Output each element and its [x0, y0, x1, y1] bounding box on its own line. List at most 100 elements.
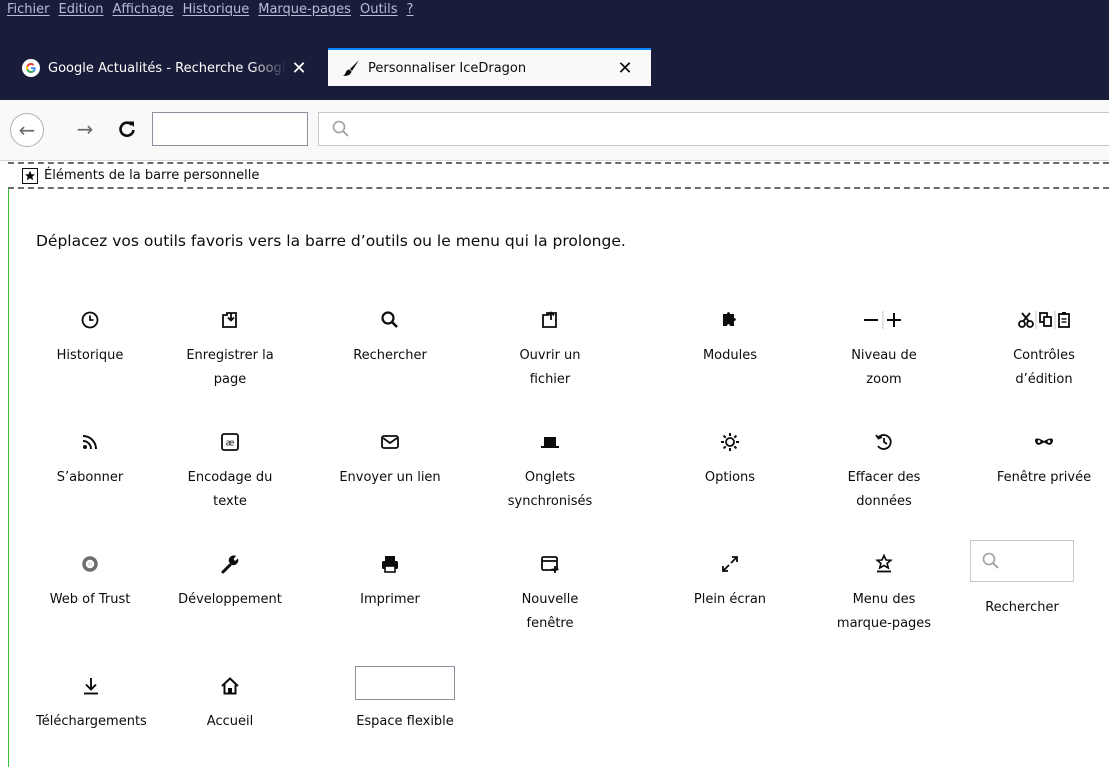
fullscreen-icon [710, 544, 750, 584]
palette-item-label-line2: synchronisés [507, 494, 593, 509]
palette-item-label-line2: fichier [529, 372, 571, 387]
palette-item-label: Développement [178, 592, 282, 607]
forget-history-icon [864, 422, 904, 462]
palette-item-label: Enregistrer la [186, 348, 274, 363]
personal-toolbar-label: Éléments de la barre personnelle [44, 168, 260, 183]
history-clock-icon [70, 300, 110, 340]
svg-text:æ: æ [226, 439, 235, 449]
palette-item-label-line2: fenêtre [526, 616, 574, 631]
bookmarks-menu-icon [864, 544, 904, 584]
palette-item-label: Rechercher [353, 348, 427, 363]
encoding-icon: æ [210, 422, 250, 462]
tab-personnaliser[interactable]: Personnaliser IceDragon ✕ [328, 48, 651, 86]
close-tab-icon[interactable]: ✕ [613, 56, 637, 80]
customize-hint: Déplacez vos outils favoris vers la barr… [36, 232, 626, 250]
feed-icon [70, 422, 110, 462]
synced-tabs-icon [530, 422, 570, 462]
palette-item-label: Menu des [852, 592, 916, 607]
palette-item-rechercher-widget[interactable]: Rechercher [968, 540, 1076, 620]
mail-icon [370, 422, 410, 462]
menu-help[interactable]: ? [407, 0, 414, 18]
reload-button[interactable] [112, 114, 142, 144]
palette-item-label-line2: zoom [866, 372, 902, 387]
palette-item-label: Imprimer [360, 592, 420, 607]
download-arrow-icon [71, 666, 111, 706]
search-bar[interactable] [318, 112, 1109, 146]
palette-item-label: Effacer des [847, 470, 921, 485]
palette-item-sabonner[interactable]: S’abonner [36, 422, 144, 490]
back-button[interactable]: ← [10, 113, 44, 147]
palette-item-plein-ecran[interactable]: Plein écran [676, 544, 784, 612]
flexible-space-box [355, 666, 455, 700]
menu-outils[interactable]: Outils [360, 0, 398, 18]
palette-item-accueil[interactable]: Accueil [176, 666, 284, 734]
palette-item-label-line2: texte [213, 494, 247, 509]
palette-item-label: Envoyer un lien [339, 470, 441, 485]
star-box-icon [22, 167, 38, 184]
forward-arrow-icon: → [76, 117, 94, 141]
palette-item-developpement[interactable]: Développement [176, 544, 284, 612]
google-icon [22, 59, 40, 77]
palette-item-label: Téléchargements [36, 714, 147, 729]
personal-toolbar[interactable]: Éléments de la barre personnelle [8, 162, 1109, 189]
printer-icon [370, 544, 410, 584]
palette-item-onglets-synchronises[interactable]: Onglets synchronisés [496, 422, 604, 514]
menu-affichage[interactable]: Affichage [112, 0, 173, 18]
palette-item-options[interactable]: Options [676, 422, 784, 490]
palette-item-label: Rechercher [985, 600, 1059, 615]
palette-item-label: Niveau de [851, 348, 917, 363]
palette-item-label: Ouvrir un [519, 348, 581, 363]
new-window-icon [530, 544, 570, 584]
palette-item-nouvelle-fenetre[interactable]: Nouvelle fenêtre [496, 544, 604, 636]
palette-item-encodage[interactable]: æ Encodage du texte [176, 422, 284, 514]
menu-historique[interactable]: Historique [183, 0, 250, 18]
tab-google-actualites[interactable]: Google Actualités - Recherche Google ✕ [8, 50, 325, 86]
palette-item-label: Nouvelle [521, 592, 579, 607]
palette-item-telechargements[interactable]: Téléchargements [36, 666, 147, 734]
palette-item-enregistrer-page[interactable]: Enregistrer la page [176, 300, 284, 392]
close-tab-icon[interactable]: ✕ [287, 56, 311, 80]
gear-icon [710, 422, 750, 462]
palette-item-envoyer-lien[interactable]: Envoyer un lien [336, 422, 444, 490]
palette-item-label: Plein écran [693, 592, 767, 607]
palette-item-label: Contrôles [1013, 348, 1075, 363]
palette-item-modules[interactable]: Modules [676, 300, 784, 368]
edit-controls-icon [1009, 300, 1079, 340]
menu-edition[interactable]: Edition [59, 0, 104, 18]
tab-title: Google Actualités - Recherche Google [48, 60, 287, 76]
palette-item-label: Historique [56, 348, 124, 363]
menu-fichier[interactable]: Fichier [7, 0, 50, 18]
palette-item-ouvrir-fichier[interactable]: Ouvrir un fichier [496, 300, 604, 392]
palette-item-zoom[interactable]: Niveau de zoom [830, 300, 938, 392]
palette-item-menu-marque-pages[interactable]: Menu des marque-pages [830, 544, 938, 636]
palette-item-controles-edition[interactable]: Contrôles d’édition [990, 300, 1098, 392]
palette-item-label: Encodage du [187, 470, 273, 485]
palette-item-label-line2: données [856, 494, 912, 509]
palette-item-historique[interactable]: Historique [36, 300, 144, 368]
url-bar[interactable] [152, 112, 308, 146]
palette-item-web-of-trust[interactable]: Web of Trust [36, 544, 144, 612]
back-arrow-icon: ← [18, 118, 36, 142]
wrench-icon [210, 544, 250, 584]
palette-item-label: Accueil [206, 714, 254, 729]
palette-item-label: Onglets [524, 470, 576, 485]
home-icon [210, 666, 250, 706]
palette-item-label: Options [704, 470, 756, 485]
palette-item-effacer-donnees[interactable]: Effacer des données [830, 422, 938, 514]
forward-button[interactable]: → [70, 114, 100, 144]
puzzle-icon [710, 300, 750, 340]
menu-marque-pages[interactable]: Marque-pages [258, 0, 351, 18]
palette-item-rechercher[interactable]: Rechercher [336, 300, 444, 368]
tab-bar: Google Actualités - Recherche Google ✕ P… [0, 34, 1109, 100]
palette-item-label: Fenêtre privée [996, 470, 1092, 485]
private-mask-icon [1024, 422, 1064, 462]
search-widget [970, 540, 1074, 582]
save-page-icon [210, 300, 250, 340]
palette-item-label-line2: d’édition [1015, 372, 1073, 387]
palette-item-label: Modules [702, 348, 758, 363]
palette-item-espace-flexible[interactable]: Espace flexible [346, 666, 464, 734]
palette-item-fenetre-privee[interactable]: Fenêtre privée [990, 422, 1098, 490]
palette-item-label: Web of Trust [49, 592, 131, 607]
customize-border [8, 189, 9, 767]
palette-item-imprimer[interactable]: Imprimer [336, 544, 444, 612]
